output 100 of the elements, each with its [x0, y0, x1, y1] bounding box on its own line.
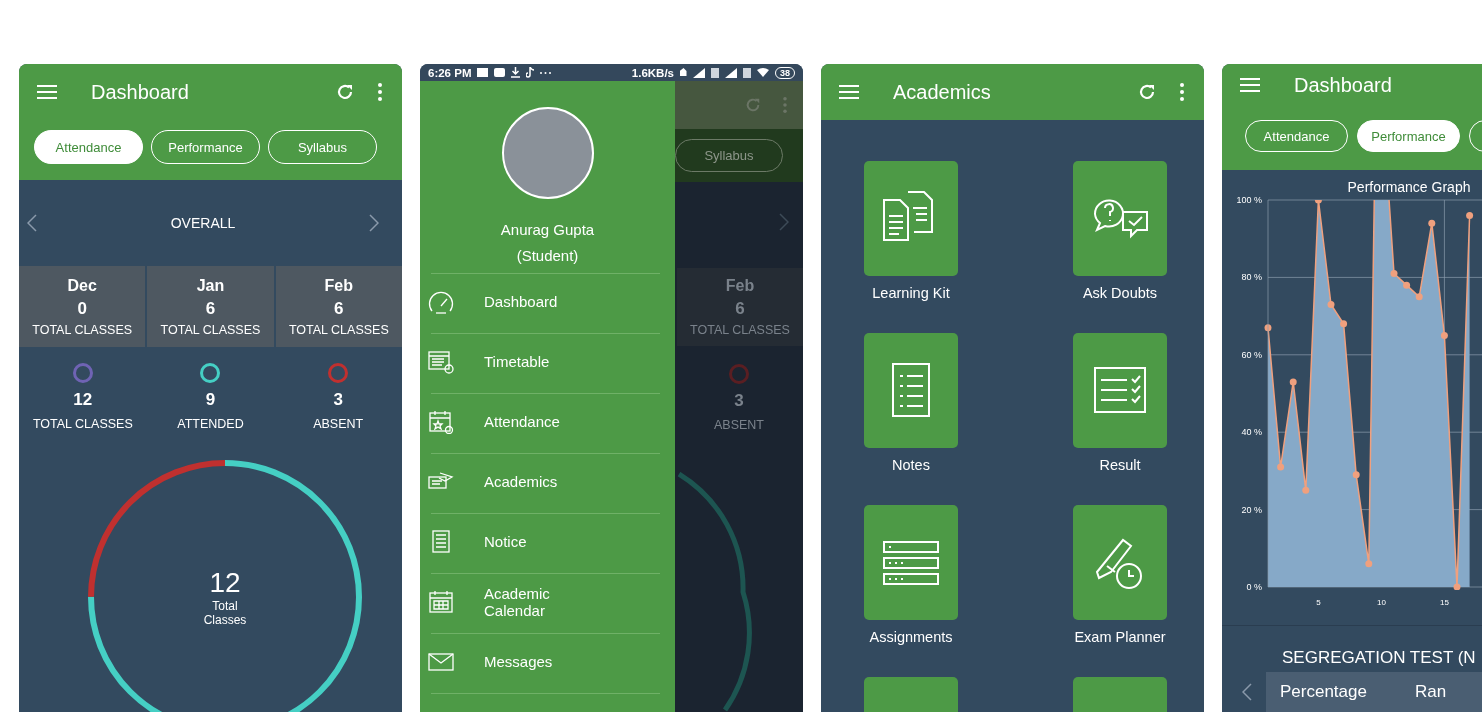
month-name: Feb: [324, 276, 354, 295]
screen-title: Dashboard: [1294, 73, 1392, 97]
chevron-right-icon: [779, 213, 789, 231]
chart-title: Performance Graph: [1347, 179, 1471, 195]
more-dots-icon: [540, 71, 552, 74]
signal-icon: [725, 67, 737, 78]
menu-item-icon: [428, 349, 454, 374]
data-point: [1390, 270, 1398, 278]
module-label: Ask Doubts: [1082, 285, 1158, 301]
drawer-menu-item[interactable]: Academics: [420, 454, 675, 509]
module-tile[interactable]: [864, 333, 958, 448]
drawer-menu-item[interactable]: Notice: [420, 514, 675, 569]
module-label: Notes: [892, 457, 930, 473]
test-title: SEGREGATION TEST (N: [1282, 648, 1477, 668]
module-tile[interactable]: [864, 505, 958, 620]
legend-ring-icon: [729, 364, 749, 384]
wifi-icon: [757, 68, 769, 77]
y-tick-label: 0 %: [1246, 582, 1262, 592]
menu-icon[interactable]: [1240, 77, 1260, 93]
module-tile[interactable]: [1073, 161, 1167, 276]
data-point: [1340, 320, 1348, 328]
screen-title: Academics: [893, 80, 991, 104]
refresh-icon: [745, 97, 761, 114]
module-label: Result: [1099, 457, 1141, 473]
y-tick-label: 80 %: [1241, 272, 1262, 283]
more-icon: [783, 97, 787, 114]
refresh-icon[interactable]: [336, 83, 354, 101]
x-tick-label: 10: [1376, 598, 1386, 607]
tab[interactable]: Attendance: [34, 130, 143, 164]
menu-icon[interactable]: [839, 84, 859, 100]
menu-item-icon: [428, 409, 454, 434]
y-tick-label: 40 %: [1241, 427, 1262, 438]
legend-count: 9: [205, 390, 216, 410]
data-point: [1365, 560, 1373, 568]
donut-total: 12: [209, 567, 241, 599]
chevron-left-icon[interactable]: [27, 214, 37, 232]
data-point: [1264, 324, 1272, 332]
network-speed: 1.6KB/s: [631, 66, 674, 79]
y-tick-label: 60 %: [1241, 349, 1262, 360]
more-icon[interactable]: [1180, 83, 1184, 101]
column-header: Ran: [1414, 682, 1447, 702]
data-point: [1428, 219, 1436, 227]
drawer-menu-item[interactable]: Academic Calendar: [420, 574, 675, 629]
message-icon: [477, 68, 489, 77]
module-tile[interactable]: [864, 161, 958, 276]
video-icon: [494, 68, 506, 77]
month-caption: TOTAL CLASSES: [690, 323, 790, 337]
month-name: Dec: [67, 276, 97, 295]
drawer-menu-item[interactable]: Attendance: [420, 394, 675, 449]
module-tile[interactable]: [1073, 505, 1167, 620]
drawer-menu-item[interactable]: Messages: [420, 634, 675, 689]
data-point: [1352, 471, 1360, 479]
data-point: [1327, 301, 1335, 308]
chevron-left-icon[interactable]: [1242, 683, 1252, 701]
module-label: Assignments: [869, 629, 953, 645]
drawer-menu-item[interactable]: Dashboard: [420, 274, 675, 329]
menu-item-icon: [428, 589, 454, 614]
menu-icon[interactable]: [37, 84, 57, 100]
data-point: [1289, 378, 1297, 386]
x-tick-label: 15: [1439, 598, 1449, 607]
signal-icon: [693, 67, 705, 78]
month-count: 6: [334, 298, 344, 319]
month-count: 6: [735, 299, 745, 319]
legend-count: 3: [333, 390, 343, 410]
legend-count: 3: [734, 391, 744, 411]
legend-caption: ABSENT: [714, 418, 764, 432]
data-point: [1453, 583, 1461, 590]
period-label: OVERALL: [170, 215, 236, 231]
x-tick-label: 5: [1316, 598, 1321, 607]
chevron-right-icon[interactable]: [369, 214, 379, 232]
tab[interactable]: Performance: [151, 130, 260, 164]
data-point: [1415, 293, 1423, 301]
column-header: Percentage: [1280, 682, 1367, 702]
month-caption: TOTAL CLASSES: [160, 322, 261, 337]
data-point: [1466, 212, 1474, 219]
screen-title: Dashboard: [91, 80, 189, 104]
legend-count: 12: [73, 390, 93, 410]
data-point: [1314, 200, 1322, 204]
download-icon: [511, 67, 521, 78]
user-role: (Student): [516, 246, 579, 266]
data-point: [1403, 281, 1411, 289]
refresh-icon[interactable]: [1138, 83, 1156, 101]
month-caption: TOTAL CLASSES: [288, 322, 389, 337]
legend-caption: ABSENT: [313, 417, 364, 431]
more-icon[interactable]: [378, 83, 382, 101]
module-label: Learning Kit: [872, 285, 950, 301]
module-tile[interactable]: [1073, 333, 1167, 448]
status-time: 6:26 PM: [428, 66, 472, 79]
donut-caption: Total Classes: [202, 599, 248, 627]
drawer-menu-item[interactable]: Timetable: [420, 334, 675, 389]
month-name: Feb: [725, 277, 755, 295]
module-label: Exam Planner: [1074, 629, 1166, 645]
month-caption: TOTAL CLASSES: [32, 322, 133, 337]
data-point: [1277, 463, 1285, 471]
menu-item-icon: [428, 289, 454, 314]
data-point: [1440, 331, 1448, 339]
legend-caption: TOTAL CLASSES: [32, 417, 133, 431]
tab[interactable]: Performance: [1357, 120, 1460, 152]
month-count: 0: [77, 298, 87, 319]
month-count: 6: [205, 298, 216, 319]
